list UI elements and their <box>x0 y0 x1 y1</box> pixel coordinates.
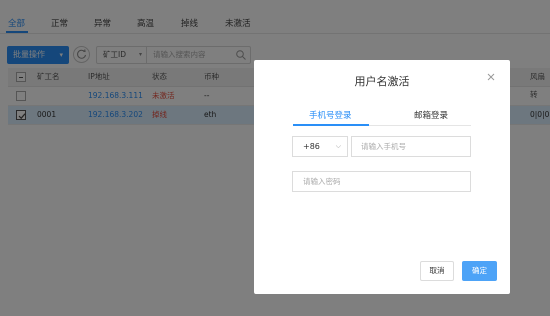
tab-email-login[interactable]: 邮箱登录 <box>414 109 448 121</box>
cancel-button[interactable]: 取消 <box>420 261 454 281</box>
activation-dialog: 用户名激活 手机号登录 邮箱登录 +86 ⌵ 请输入手机号 请输入密码 取消 确… <box>254 60 510 294</box>
tab-phone-login[interactable]: 手机号登录 <box>309 109 352 121</box>
password-input[interactable]: 请输入密码 <box>292 171 471 192</box>
phone-input[interactable]: 请输入手机号 <box>351 136 471 157</box>
dialog-title: 用户名激活 <box>354 75 410 88</box>
country-code-value: +86 <box>303 142 320 151</box>
active-tab-indicator <box>293 124 369 126</box>
close-icon[interactable] <box>486 72 496 82</box>
chevron-down-icon: ⌵ <box>335 142 341 150</box>
confirm-button[interactable]: 确定 <box>462 261 497 281</box>
country-code-select[interactable]: +86 ⌵ <box>292 136 348 157</box>
